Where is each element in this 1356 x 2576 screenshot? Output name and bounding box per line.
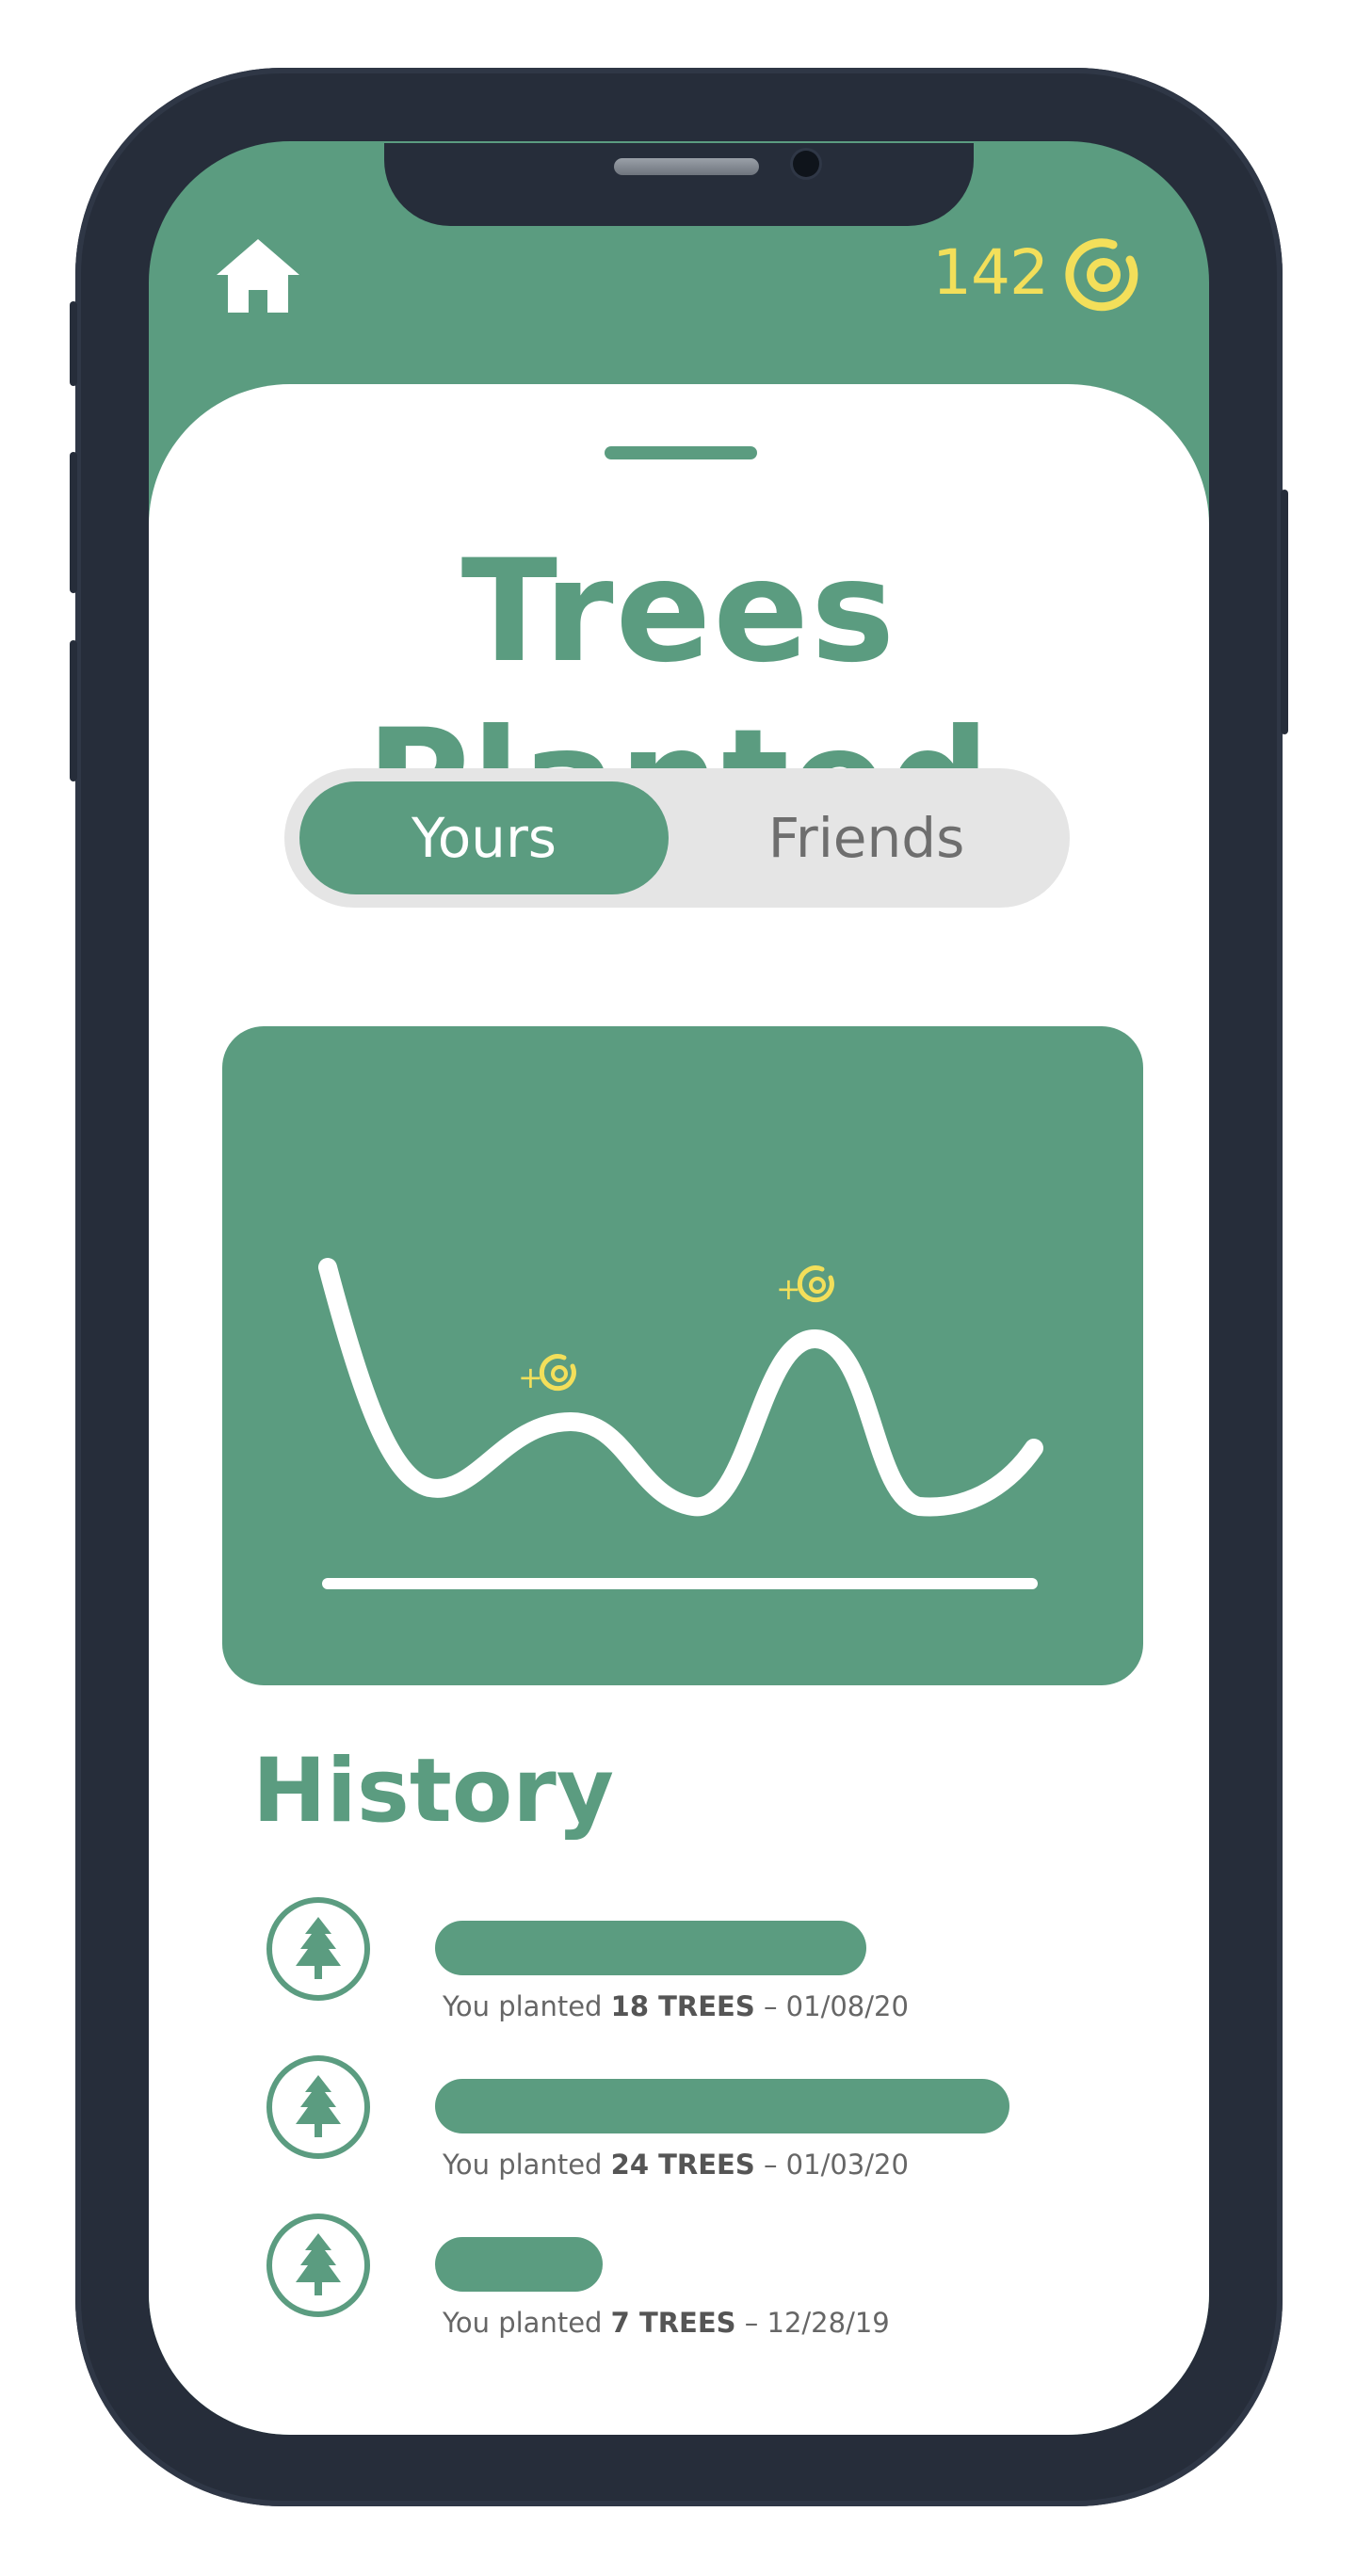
chart-marker-1: + — [518, 1354, 576, 1395]
trees-chart-card: + + — [222, 1026, 1143, 1685]
notch — [384, 143, 974, 226]
history-text-amount: 7 TREES — [610, 2307, 736, 2339]
history-text-prefix: You planted — [443, 2149, 611, 2181]
chart-marker-2: + — [776, 1265, 834, 1307]
sheet-drag-handle[interactable] — [605, 446, 757, 459]
speaker-grille — [614, 158, 759, 175]
side-button-mute — [70, 301, 77, 386]
points-count: 142 — [932, 236, 1049, 309]
history-text-prefix: You planted — [443, 1990, 611, 2022]
history-text-date: – 12/28/19 — [735, 2307, 890, 2339]
history-item[interactable]: You planted 24 TREES – 01/03/20 — [266, 2054, 1113, 2181]
history-text-date: – 01/03/20 — [754, 2149, 909, 2181]
chart-marker-plus: + — [776, 1271, 801, 1307]
trees-chart: + + — [318, 1258, 1043, 1589]
trees-chart-line — [318, 1258, 1043, 1517]
tree-icon — [266, 2214, 370, 2317]
history-text: You planted 18 TREES – 01/08/20 — [443, 1990, 909, 2022]
side-button-volume-down — [70, 640, 77, 781]
history-text-prefix: You planted — [443, 2307, 611, 2339]
history-bar — [435, 1921, 866, 1975]
side-button-power — [1281, 490, 1288, 734]
history-text-amount: 24 TREES — [610, 2149, 755, 2181]
stage: 142 Trees Planted Yours Friends + + — [0, 0, 1356, 2576]
home-icon[interactable] — [215, 235, 301, 314]
tree-icon — [266, 2055, 370, 2159]
history-bar — [435, 2079, 1009, 2133]
coin-icon — [1065, 238, 1138, 312]
side-button-volume-up — [70, 452, 77, 593]
chart-marker-plus: + — [518, 1360, 543, 1395]
front-camera — [793, 151, 819, 177]
history-text: You planted 7 TREES – 12/28/19 — [443, 2307, 890, 2339]
tree-icon — [266, 1897, 370, 2001]
history-bar — [435, 2237, 603, 2292]
history-item[interactable]: You planted 7 TREES – 12/28/19 — [266, 2213, 1113, 2339]
history-text-date: – 01/08/20 — [754, 1990, 909, 2022]
toggle-friends[interactable]: Friends — [678, 781, 1055, 894]
coin-icon — [797, 1265, 834, 1303]
history-text-amount: 18 TREES — [610, 1990, 755, 2022]
history-title: History — [252, 1740, 614, 1843]
coin-icon — [539, 1354, 576, 1392]
history-text: You planted 24 TREES – 01/03/20 — [443, 2149, 909, 2181]
history-item[interactable]: You planted 18 TREES – 01/08/20 — [266, 1896, 1113, 2022]
toggle-yours[interactable]: Yours — [299, 781, 669, 894]
segmented-toggle: Yours Friends — [284, 768, 1070, 908]
